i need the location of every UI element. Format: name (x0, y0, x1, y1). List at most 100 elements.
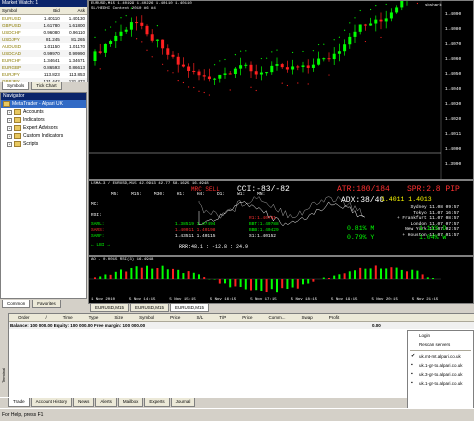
time-tick: 5 Nov 14:15 (129, 298, 155, 302)
candle-body (296, 66, 299, 67)
menu-rescan[interactable]: Rescan servers (408, 340, 473, 349)
market-watch-row[interactable]: EURCHF1.346411.34671 (0, 57, 87, 64)
sar-value: 1.43511 1.40115 (175, 234, 216, 240)
navigator-root[interactable]: MetaTrader - Alpari UK (1, 100, 86, 108)
indicator-panel[interactable]: LSMA-3 / EURUSD,M15 42.0913 42.77 58.162… (88, 180, 474, 256)
server-item[interactable]: ▪uk.3-gr-to.alpari.co.uk (408, 370, 473, 379)
ao-bar (203, 277, 205, 279)
navigator-item-accounts[interactable]: + Accounts (1, 108, 86, 116)
menu-login[interactable]: Login (408, 331, 473, 340)
sar-dot (235, 54, 236, 55)
sar-dot (250, 87, 251, 88)
market-watch-row[interactable]: GBPUSD1.617801.61800 (0, 22, 87, 29)
ao-bar (167, 269, 169, 279)
ao-bar (162, 266, 164, 279)
server-item[interactable]: ▪uk.1-gr-to.alpari.co.uk (408, 379, 473, 388)
terminal-tab[interactable]: Journal (171, 398, 196, 407)
price-tick: 1.4040 (445, 86, 462, 92)
sar-dot (198, 91, 199, 92)
ao-bar (219, 279, 221, 284)
terminal-column[interactable]: Comm... (260, 314, 293, 321)
market-watch-row[interactable]: EURGBP0.865930.86613 (0, 64, 87, 71)
terminal-tab[interactable]: Mailbox (118, 398, 144, 407)
market-watch-row[interactable]: AUDUSD1.011501.01170 (0, 43, 87, 50)
terminal-column[interactable]: Profit (321, 314, 348, 321)
terminal-column[interactable]: Size (106, 314, 131, 321)
chart-tab-active[interactable]: EURUSD,M15 (170, 304, 209, 312)
terminal-tab[interactable]: News (73, 398, 94, 407)
terminal-column[interactable]: Order (10, 314, 38, 321)
navigator-item-label: Indicators (23, 116, 45, 124)
sar-dot (302, 51, 303, 52)
ao-panel[interactable]: AO - 0.0015 RSI(3) 16.4948 1 Nov 20105 N… (88, 256, 474, 304)
ao-bar (333, 276, 335, 279)
navigator-tabs: Common Favorites (0, 300, 89, 308)
sar-dot (318, 44, 319, 45)
tab-tick-chart[interactable]: Tick Chart (31, 82, 61, 90)
candle-body (390, 12, 393, 18)
market-watch-row[interactable]: USDCAD0.999700.99990 (0, 50, 87, 57)
menu-rescan-label: Rescan servers (419, 342, 450, 347)
ao-bar (271, 279, 273, 289)
tab-common[interactable]: Common (2, 300, 30, 308)
ask-price: 113.853 (62, 71, 87, 78)
sar-dot (204, 92, 205, 93)
time-tick: 5 Nov 20:15 (371, 298, 397, 302)
terminal-column[interactable]: / (38, 314, 55, 321)
ao-bar (245, 279, 247, 290)
server-name: uk.mt-mt.alpari.co.uk (419, 354, 461, 359)
expand-icon[interactable]: + (7, 118, 12, 123)
terminal-column[interactable]: Price (162, 314, 188, 321)
expand-icon[interactable]: + (7, 110, 12, 115)
symbol-name: EURCHF (0, 57, 37, 64)
price-chart[interactable]: 1.40901.40801.40701.40601.40501.40401.40… (88, 0, 474, 180)
price-chart-canvas[interactable]: 1.40901.40801.40701.40601.40501.40401.40… (89, 1, 474, 180)
bid-price: 0.96080 (37, 29, 62, 36)
market-watch-row[interactable]: EURJPY113.823113.853 (0, 71, 87, 78)
col-bid[interactable]: Bid (37, 7, 62, 14)
terminal-column[interactable]: Swap (294, 314, 321, 321)
expand-icon[interactable]: + (7, 126, 12, 131)
terminal-column[interactable]: Time (55, 314, 81, 321)
market-watch-row[interactable]: USDCHF0.960800.96110 (0, 29, 87, 36)
expand-icon[interactable]: + (7, 142, 12, 147)
terminal-column[interactable]: S/L (188, 314, 211, 321)
col-symbol[interactable]: Symbol (0, 7, 37, 14)
symbol-name: EURJPY (0, 71, 37, 78)
server-item[interactable]: ✔uk.mt-mt.alpari.co.uk (408, 352, 473, 361)
ao-bar (198, 274, 200, 279)
terminal-column[interactable]: T/P (211, 314, 234, 321)
market-watch-row[interactable]: EURUSD1.401101.40130 (0, 15, 87, 22)
time-axis: 1 Nov 20105 Nov 14:155 Nov 15:155 Nov 16… (91, 298, 438, 302)
tab-symbols[interactable]: Symbols (2, 82, 29, 90)
ao-canvas (89, 257, 474, 304)
sar-dot (282, 83, 283, 84)
bid-price: 1.34641 (37, 57, 62, 64)
market-watch-row[interactable]: USDJPY81.24581.265 (0, 36, 87, 43)
navigator-item-expert-advisors[interactable]: + Expert Advisors (1, 124, 86, 132)
terminal-column[interactable]: Type (81, 314, 107, 321)
navigator-item-scripts[interactable]: + Scripts (1, 140, 86, 148)
col-ask[interactable]: Ask (62, 7, 87, 14)
terminal-tab[interactable]: Alerts (95, 398, 117, 407)
terminal-tab[interactable]: Experts (144, 398, 169, 407)
chart-tab[interactable]: EURUSD,M15 (90, 304, 129, 312)
ao-bar (172, 269, 174, 279)
terminal-tab[interactable]: Account History (31, 398, 73, 407)
navigator-item-indicators[interactable]: + Indicators (1, 116, 86, 124)
server-item[interactable]: ▪uk.1-gr-to.alpari.co.uk (408, 361, 473, 370)
price-tick: 1.4030 (445, 101, 462, 107)
terminal-tab[interactable]: Trade (8, 398, 30, 407)
bid-price: 0.86593 (37, 64, 62, 71)
terminal-balance: Balance: 100 000.00 Equity: 100 000.00 F… (0, 322, 474, 329)
price-tick: 1.4050 (445, 71, 462, 77)
terminal-column[interactable]: Symbol (131, 314, 162, 321)
candle-body (146, 26, 149, 34)
sar-dot (167, 70, 168, 71)
candle-body (120, 32, 123, 36)
terminal-column[interactable]: Price (234, 314, 260, 321)
expand-icon[interactable]: + (7, 134, 12, 139)
chart-tab[interactable]: EURUSD,M15 (130, 304, 169, 312)
navigator-item-custom-indicators[interactable]: + Custom Indicators (1, 132, 86, 140)
tab-favorites[interactable]: Favorites (32, 300, 61, 308)
